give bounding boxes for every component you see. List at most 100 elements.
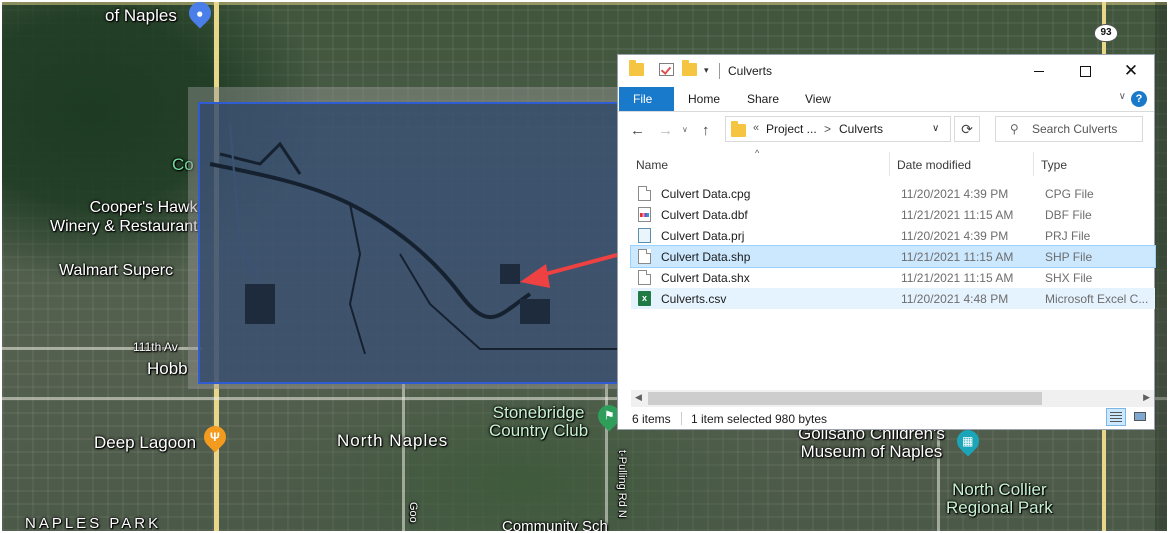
file-row-cpg[interactable]: Culvert Data.cpg 11/20/2021 4:39 PM CPG … [631, 183, 1155, 204]
scrollbar-thumb[interactable] [648, 392, 1042, 405]
file-name: Culvert Data.dbf [661, 208, 748, 222]
search-box[interactable]: ⚲ [995, 116, 1143, 142]
scroll-right-icon[interactable]: ▶ [1143, 392, 1150, 403]
selection-status: 1 item selected [691, 412, 772, 426]
column-header-type[interactable]: Type [1041, 158, 1067, 172]
close-button[interactable]: ✕ [1108, 55, 1154, 87]
new-folder-icon[interactable] [682, 60, 697, 76]
horizontal-scrollbar[interactable]: ◀ ▶ [631, 390, 1154, 407]
folder-icon [629, 60, 644, 76]
back-button[interactable]: ← [630, 122, 645, 139]
route-93-shield-icon: 93 [1094, 24, 1118, 42]
window-title: Culverts [728, 64, 773, 78]
excel-icon: x [638, 291, 651, 306]
status-bar: 6 items 1 item selected 980 bytes [618, 407, 1154, 429]
close-icon: ✕ [1123, 61, 1139, 80]
title-separator [719, 63, 720, 79]
file-date: 11/21/2021 11:15 AM [901, 250, 1014, 264]
address-bar[interactable]: « Project ... > Culverts ∨ [725, 116, 951, 142]
title-bar[interactable]: ▾ Culverts ✕ [618, 55, 1154, 87]
map-label-community: Community Sch [502, 518, 608, 531]
column-header-name[interactable]: Name [636, 158, 668, 172]
file-explorer-window[interactable]: ▾ Culverts ✕ File Home Share View ∨ ? ← … [617, 54, 1156, 430]
file-type: CPG File [1045, 187, 1094, 201]
address-folder-icon [731, 121, 746, 137]
file-date: 11/20/2021 4:39 PM [901, 229, 1009, 243]
road [2, 2, 1167, 5]
details-view-button[interactable] [1106, 408, 1126, 426]
navigation-bar: ← → ∨ ↑ « Project ... > Culverts ∨ ⟳ ⚲ [618, 112, 1154, 150]
search-icon: ⚲ [1010, 122, 1019, 136]
refresh-button[interactable]: ⟳ [954, 116, 980, 142]
file-list: Culvert Data.cpg 11/20/2021 4:39 PM CPG … [630, 183, 1156, 309]
column-divider[interactable] [1033, 152, 1034, 176]
maximize-icon [1079, 65, 1091, 77]
forward-button[interactable]: → [658, 122, 673, 139]
map-label-naples-park: NAPLES PARK [25, 515, 162, 531]
large-icons-view-button[interactable] [1132, 409, 1148, 425]
recent-locations-button[interactable]: ∨ [682, 125, 688, 134]
file-row-dbf[interactable]: Culvert Data.dbf 11/21/2021 11:15 AM DBF… [631, 204, 1155, 225]
restaurant-pin-icon[interactable]: Ψ [199, 421, 231, 453]
breadcrumb-project[interactable]: Project ... [766, 122, 817, 136]
sort-ascending-icon: ^ [755, 148, 760, 158]
document-icon [638, 249, 651, 264]
map-label-stonebridge: Stonebridge Country Club [489, 403, 589, 440]
file-name: Culvert Data.cpg [661, 187, 751, 201]
tab-file[interactable]: File [619, 87, 674, 111]
map-label-hobb: Hobb [147, 359, 188, 378]
tab-view[interactable]: View [791, 87, 845, 111]
road [402, 382, 405, 531]
minimize-button[interactable] [1016, 55, 1062, 87]
selection-size: 980 bytes [775, 412, 828, 426]
map-label-pulling-rd: t-Pulling Rd N [616, 450, 628, 518]
map-label-walmart: Walmart Superc [59, 262, 174, 279]
dbf-icon [638, 207, 651, 222]
file-row-csv[interactable]: x Culverts.csv 11/20/2021 4:48 PM Micros… [631, 288, 1155, 309]
file-type: SHX File [1045, 271, 1093, 285]
file-date: 11/21/2021 11:15 AM [901, 208, 1014, 222]
column-divider[interactable] [889, 152, 890, 176]
item-count: 6 items [632, 412, 671, 426]
map-pin-icon[interactable]: ● [184, 2, 216, 29]
maximize-button[interactable] [1062, 55, 1108, 87]
map-label-coopers-hawk: Cooper's Hawk Winery & Restaurant [50, 199, 198, 235]
tab-share[interactable]: Share [733, 87, 793, 111]
column-headers: ^ Name Date modified Type [618, 148, 1154, 178]
file-row-shp[interactable]: Culvert Data.shp 11/21/2021 11:15 AM SHP… [630, 245, 1156, 268]
file-name: Culvert Data.shx [661, 271, 750, 285]
up-button[interactable]: ↑ [702, 122, 710, 139]
file-type: Microsoft Excel C... [1045, 292, 1149, 306]
map-label-111th: 111th Av [133, 340, 178, 354]
expand-ribbon-chevron-icon[interactable]: ∨ [1119, 91, 1126, 102]
minimize-icon [1034, 70, 1044, 72]
document-icon [638, 186, 651, 201]
scroll-left-icon[interactable]: ◀ [635, 392, 642, 403]
map-label-north-collier: North Collier Regional Park [946, 480, 1053, 517]
file-date: 11/20/2021 4:48 PM [901, 292, 1009, 306]
map-label-north-naples: North Naples [337, 431, 449, 450]
file-row-shx[interactable]: Culvert Data.shx 11/21/2021 11:15 AM SHX… [631, 267, 1155, 288]
breadcrumb-separator-icon[interactable]: > [824, 122, 831, 136]
breadcrumb-culverts[interactable]: Culverts [839, 122, 883, 136]
prj-icon [638, 228, 651, 243]
map-label-goo: Goo [407, 502, 419, 523]
file-type: DBF File [1045, 208, 1092, 222]
file-row-prj[interactable]: Culvert Data.prj 11/20/2021 4:39 PM PRJ … [631, 225, 1155, 246]
quick-access-dropdown[interactable]: ▾ [704, 65, 709, 76]
museum-pin-icon[interactable]: ▦ [952, 425, 984, 457]
document-icon [638, 270, 651, 285]
file-name: Culverts.csv [661, 292, 727, 306]
file-date: 11/20/2021 4:39 PM [901, 187, 1009, 201]
tab-home[interactable]: Home [674, 87, 734, 111]
map-edge-shade [1155, 2, 1167, 531]
search-input[interactable] [1032, 121, 1137, 137]
breadcrumb-overflow-icon[interactable]: « [753, 122, 759, 134]
file-type: PRJ File [1045, 229, 1091, 243]
help-icon[interactable]: ? [1131, 91, 1147, 107]
file-name: Culvert Data.shp [661, 250, 751, 264]
properties-icon[interactable] [659, 63, 674, 76]
address-dropdown-icon[interactable]: ∨ [932, 123, 939, 134]
ribbon-tabs: File Home Share View ∨ ? [618, 87, 1154, 112]
column-header-date-modified[interactable]: Date modified [897, 158, 971, 172]
